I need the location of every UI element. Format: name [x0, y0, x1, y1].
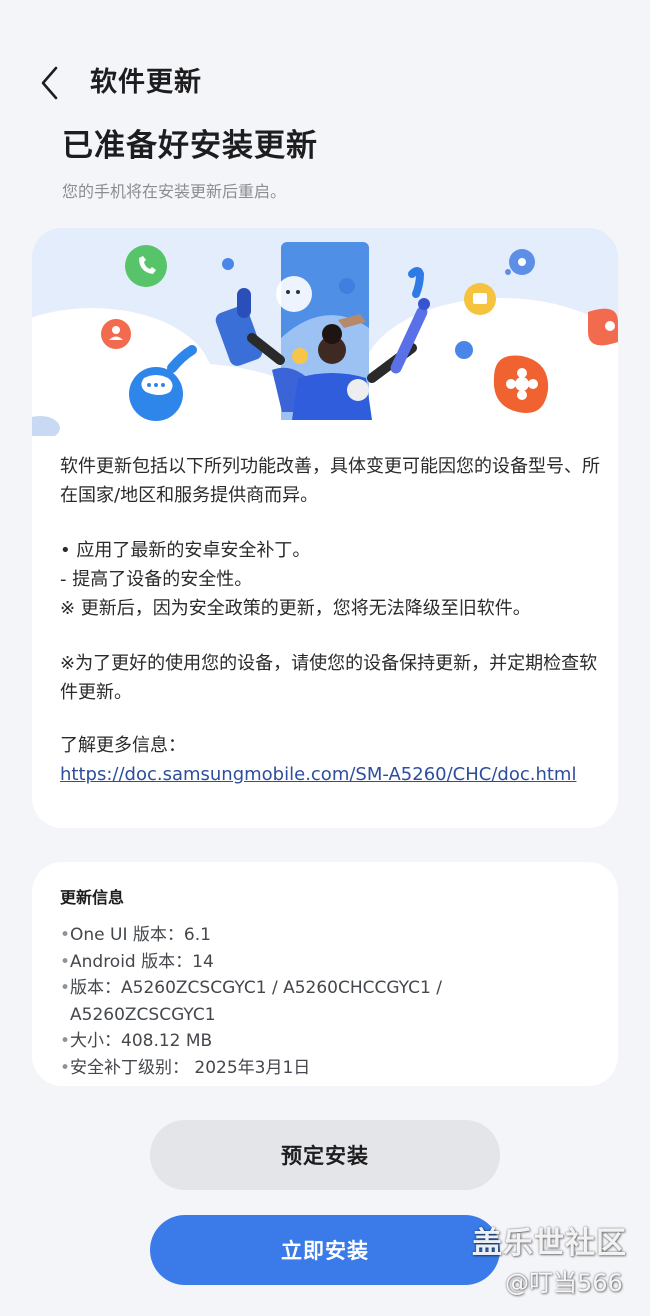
watermark-user: @叮当566 [505, 1269, 623, 1297]
restart-notice: 您的手机将在安装更新后重启。 [62, 182, 287, 201]
description-subitem: - 提高了设备的安全性。 [60, 569, 253, 590]
back-button[interactable] [30, 56, 70, 100]
list-item: •大小：408.12 MB [60, 1031, 213, 1051]
update-description: 软件更新包括以下所列功能改善，具体变更可能因您的设备型号、所在国家/地区和服务提… [60, 452, 600, 789]
install-now-button[interactable]: 立即安装 [150, 1215, 500, 1285]
description-intro: 软件更新包括以下所列功能改善，具体变更可能因您的设备型号、所在国家/地区和服务提… [60, 456, 600, 506]
description-item: • 应用了最新的安卓安全补丁。 [60, 540, 311, 561]
list-item: •安全补丁级别： 2025年3月1日 [60, 1057, 311, 1078]
list-item: •One UI 版本：6.1 [60, 925, 211, 945]
schedule-install-button[interactable]: 预定安装 [150, 1120, 500, 1190]
description-note: ※为了更好的使用您的设备，请使您的设备保持更新，并定期检查软件更新。 [60, 653, 598, 703]
update-info-title: 更新信息 [60, 888, 125, 907]
list-item: A5260ZCSCGYC1 [70, 1004, 216, 1025]
update-details-card: 软件更新包括以下所列功能改善，具体变更可能因您的设备型号、所在国家/地区和服务提… [32, 228, 618, 828]
watermark-community: 盖乐世社区 [472, 1226, 627, 1261]
page-title: 软件更新 [90, 67, 202, 98]
list-item: •Android 版本：14 [60, 951, 214, 972]
update-info-card: 更新信息 •One UI 版本：6.1 •Android 版本：14 •版本：A… [32, 862, 618, 1086]
update-heading: 已准备好安装更新 [62, 128, 318, 164]
chevron-left-icon [41, 66, 58, 100]
header: 软件更新 [0, 50, 650, 110]
doc-link[interactable]: https://doc.samsungmobile.com/SM-A5260/C… [60, 764, 576, 785]
learn-more-label: 了解更多信息： [60, 735, 186, 756]
description-note: ※ 更新后，因为安全政策的更新，您将无法降级至旧软件。 [60, 598, 531, 619]
list-item: •版本：A5260ZCSCGYC1 / A5260CHCCGYC1 / [60, 978, 442, 998]
update-illustration [32, 228, 618, 473]
update-info-list: •One UI 版本：6.1 •Android 版本：14 •版本：A5260Z… [60, 922, 442, 1081]
